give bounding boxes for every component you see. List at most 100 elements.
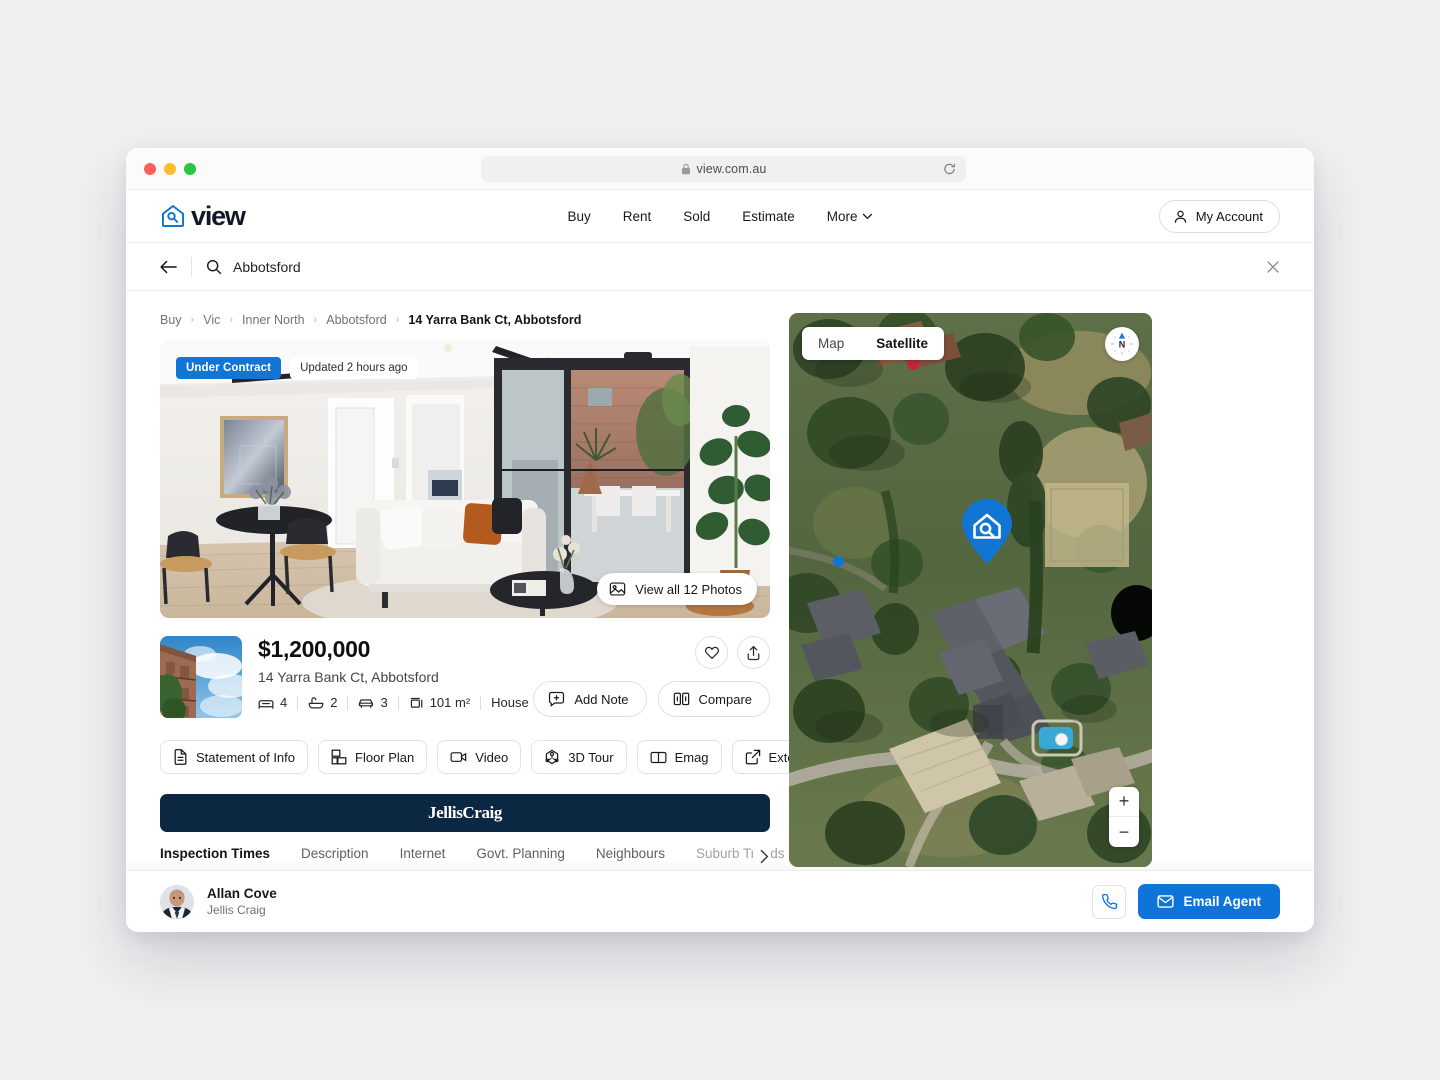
favourite-button[interactable] — [695, 636, 728, 669]
floor-plan-button[interactable]: Floor Plan — [318, 740, 428, 774]
breadcrumb-item-abbotsford[interactable]: Abbotsford — [326, 313, 386, 327]
icon-actions — [695, 636, 770, 669]
chevron-right-icon[interactable] — [753, 849, 770, 864]
svg-text:N: N — [1119, 340, 1126, 350]
spec-bedrooms: 4 — [258, 695, 287, 710]
close-icon[interactable] — [1266, 260, 1280, 274]
site-header: view Buy Rent Sold Estimate More My Acco… — [126, 190, 1314, 243]
statement-of-info-label: Statement of Info — [196, 749, 296, 765]
nav-item-estimate[interactable]: Estimate — [742, 209, 795, 224]
video-button[interactable]: Video — [437, 740, 522, 774]
map-view-map-option[interactable]: Map — [802, 327, 860, 360]
tab-govt-planning[interactable]: Govt. Planning — [476, 846, 565, 861]
car-icon — [358, 696, 374, 710]
share-button[interactable] — [737, 636, 770, 669]
compass-icon[interactable]: N — [1105, 327, 1139, 361]
view-all-photos-label: View all 12 Photos — [635, 581, 742, 597]
search-divider — [191, 256, 192, 277]
agent-headshot — [160, 884, 194, 919]
agent-info: Allan Cove Jellis Craig — [160, 884, 277, 919]
screenshot-stage: view.com.au view Buy Rent Sold Estimate … — [0, 0, 1440, 1080]
statement-of-info-button[interactable]: Statement of Info — [160, 740, 309, 774]
lock-icon — [681, 163, 691, 175]
property-specs: 4 2 3 101 m² House — [258, 695, 529, 710]
spec-parking: 3 — [358, 695, 388, 710]
window-controls[interactable] — [126, 162, 196, 175]
search-input[interactable]: Abbotsford — [206, 259, 301, 275]
search-icon — [206, 259, 222, 275]
note-plus-icon — [548, 691, 565, 707]
tab-neighbours[interactable]: Neighbours — [596, 846, 665, 861]
spec-bathrooms-value: 2 — [330, 695, 338, 710]
breadcrumb: Buy › Vic › Inner North › Abbotsford › 1… — [160, 313, 770, 327]
heart-icon — [704, 645, 720, 660]
pill-actions: Add Note Compare — [533, 681, 770, 717]
document-buttons: Statement of Info Floor Plan Video 3D To… — [160, 740, 857, 774]
property-thumbnail[interactable] — [160, 636, 242, 718]
map-column: Map Satellite N + − — [789, 313, 1152, 932]
nav-item-rent[interactable]: Rent — [623, 209, 652, 224]
email-agent-button[interactable]: Email Agent — [1138, 884, 1280, 919]
call-agent-button[interactable] — [1092, 884, 1127, 919]
agency-banner[interactable]: JellisCraig — [160, 794, 770, 832]
arrow-left-icon[interactable] — [160, 260, 177, 274]
property-map-pin[interactable] — [960, 499, 1014, 565]
spec-divider — [297, 695, 299, 710]
zoom-out-button[interactable]: − — [1109, 817, 1139, 847]
emag-button[interactable]: Emag — [636, 740, 722, 774]
tab-description[interactable]: Description — [301, 846, 369, 861]
nav-item-more[interactable]: More — [827, 209, 873, 224]
property-address: 14 Yarra Bank Ct, Abbotsford — [258, 669, 439, 685]
reload-icon[interactable] — [943, 163, 956, 176]
map-zoom-controls: + − — [1109, 787, 1139, 847]
nav-item-sold[interactable]: Sold — [683, 209, 710, 224]
property-map[interactable]: Map Satellite N + − — [789, 313, 1152, 867]
breadcrumb-current: 14 Yarra Bank Ct, Abbotsford — [408, 313, 582, 327]
maximize-window-button[interactable] — [184, 162, 196, 175]
compare-button[interactable]: Compare — [657, 681, 770, 717]
breadcrumb-item-vic[interactable]: Vic — [203, 313, 220, 327]
book-icon — [650, 750, 667, 765]
image-icon — [609, 581, 626, 597]
thumbnail-illustration — [160, 636, 242, 718]
detail-tabs: Inspection Times Description Internet Go… — [160, 846, 785, 873]
close-window-button[interactable] — [144, 162, 156, 175]
url-text: view.com.au — [696, 162, 767, 176]
property-price: $1,200,000 — [258, 636, 371, 662]
user-icon — [1173, 209, 1188, 224]
tab-suburb-trends[interactable]: Suburb Trends — [696, 846, 785, 861]
browser-chrome: view.com.au — [126, 148, 1314, 190]
spec-bedrooms-value: 4 — [280, 695, 288, 710]
map-marker-blue[interactable] — [833, 556, 844, 567]
updated-badge: Updated 2 hours ago — [290, 357, 418, 379]
breadcrumb-item-inner-north[interactable]: Inner North — [242, 313, 305, 327]
add-note-button[interactable]: Add Note — [533, 681, 647, 717]
view-all-photos-button[interactable]: View all 12 Photos — [597, 573, 757, 605]
3d-tour-button[interactable]: 3D Tour — [531, 740, 627, 774]
nav-item-buy[interactable]: Buy — [567, 209, 590, 224]
address-bar[interactable]: view.com.au — [481, 156, 966, 182]
external-link-icon — [745, 749, 761, 765]
spec-divider — [480, 695, 482, 710]
breadcrumb-separator: › — [313, 314, 318, 326]
3d-tour-icon — [544, 749, 560, 765]
map-view-satellite-option[interactable]: Satellite — [860, 327, 944, 360]
my-account-button[interactable]: My Account — [1158, 199, 1280, 233]
view-logo[interactable]: view — [160, 200, 246, 232]
map-marker-white[interactable] — [1055, 733, 1068, 746]
browser-window: view.com.au view Buy Rent Sold Estimate … — [126, 148, 1314, 932]
bath-icon — [308, 696, 324, 710]
zoom-in-button[interactable]: + — [1109, 787, 1139, 817]
tab-internet[interactable]: Internet — [400, 846, 446, 861]
minimize-window-button[interactable] — [164, 162, 176, 175]
chevron-down-icon — [862, 213, 873, 220]
3d-tour-label: 3D Tour — [568, 749, 614, 765]
breadcrumb-item-buy[interactable]: Buy — [160, 313, 182, 327]
hero-image[interactable]: Under Contract Updated 2 hours ago View … — [160, 340, 770, 618]
floor-plan-label: Floor Plan — [355, 749, 415, 765]
property-summary: $1,200,000 14 Yarra Bank Ct, Abbotsford — [160, 636, 770, 718]
tab-inspection-times[interactable]: Inspection Times — [160, 846, 270, 861]
spec-parking-value: 3 — [380, 695, 388, 710]
logo-wordmark: view — [191, 200, 246, 231]
email-agent-label: Email Agent — [1183, 894, 1261, 909]
